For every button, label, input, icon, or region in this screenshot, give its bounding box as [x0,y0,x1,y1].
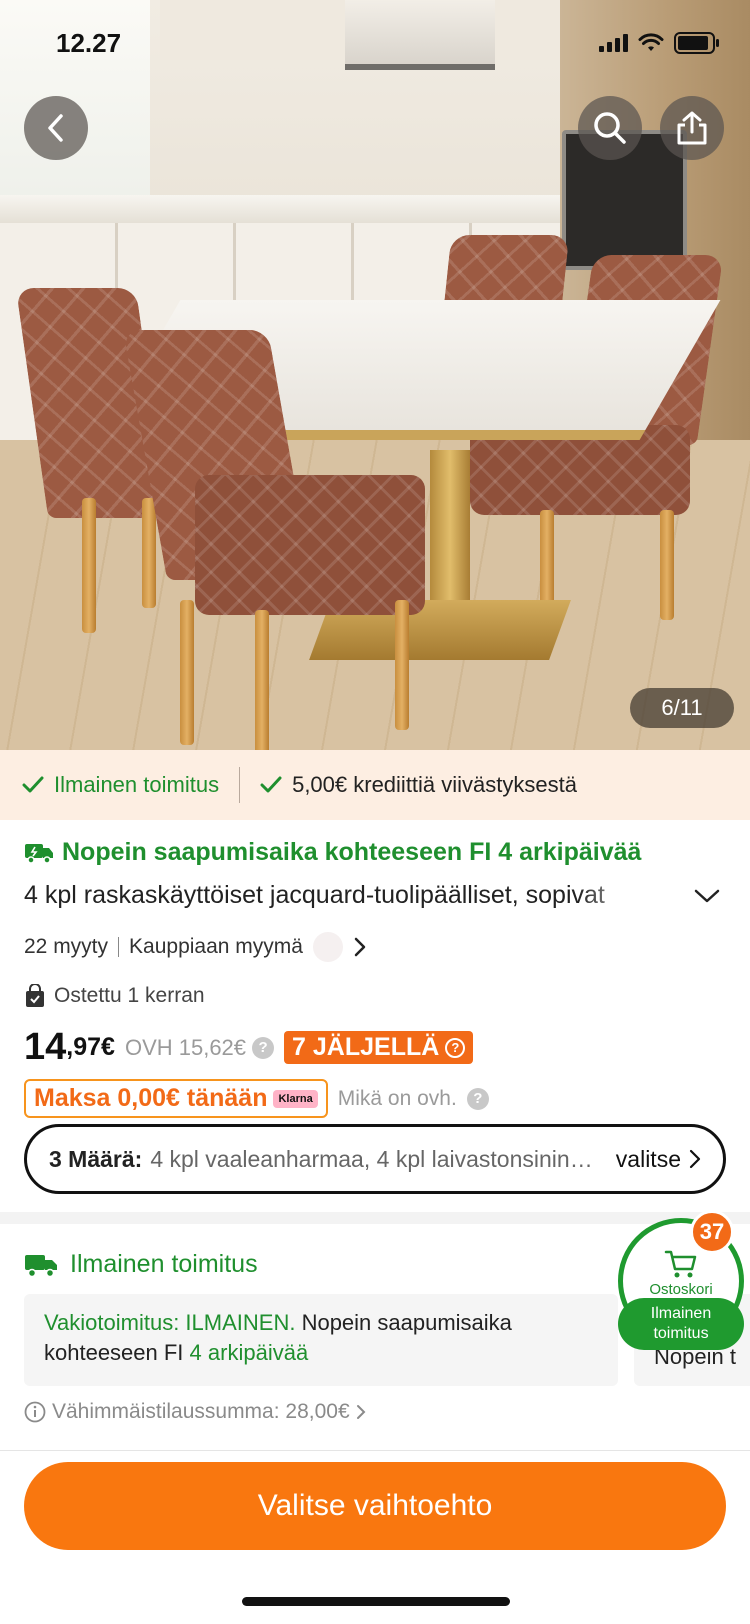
pay-today-label: Maksa 0,00€ tänään [34,1084,268,1112]
search-button[interactable] [578,96,642,160]
shipping-standard: Vakiotoimitus: ILMAINEN. [44,1310,296,1335]
shipping-days: 4 arkipäivää [189,1340,309,1365]
chevron-down-icon[interactable] [694,888,720,904]
bought-count: Ostettu 1 kerran [24,984,734,1008]
help-icon[interactable]: ? [252,1036,275,1059]
cart-pill-line2: toimitus [653,1325,709,1342]
shipping-text-1: Nopein saapumisaika [295,1310,512,1335]
pay-later-badge[interactable]: Maksa 0,00€ tänään Klarna [24,1079,328,1118]
cart-count-badge: 37 [690,1210,734,1254]
product-image-gallery[interactable]: 12.27 6/11 [0,0,750,750]
price-reference: OVH 15,62€ [124,1034,247,1060]
search-icon [594,112,626,144]
shipping-header: Ilmainen toimitus [24,1250,258,1279]
fast-truck-icon [25,843,53,864]
promo-free-shipping-label: Ilmainen toimitus [54,772,220,797]
meta-divider [118,937,120,957]
cart-label: Ostoskori [649,1280,713,1298]
battery-icon [674,32,720,54]
promo-free-shipping: Ilmainen toimitus [22,772,219,798]
photo-table-pedestal [430,450,470,620]
back-button[interactable] [24,96,88,160]
bought-label: Ostettu 1 kerran [54,984,205,1007]
status-time: 12.27 [56,28,122,58]
min-order-label: Vähimmäistilaussumma: 28,00€ [52,1400,350,1423]
chevron-left-icon [48,114,63,142]
klarna-logo: Klarna [273,1089,318,1108]
fastest-delivery-label: Nopein saapumisaika kohteeseen FI 4 arki… [62,838,642,866]
photo-hood [345,0,495,70]
product-info: Nopein saapumisaika kohteeseen FI 4 arki… [24,838,734,1118]
shipping-option-card[interactable]: Vakiotoimitus: ILMAINEN. Nopein saapumis… [24,1294,618,1386]
product-title: 4 kpl raskaskäyttöiset jacquard-tuolipää… [24,881,605,909]
shipping-header-label: Ilmainen toimitus [70,1250,258,1278]
variant-selector-action-label: valitse [615,1145,681,1172]
section-divider [0,1212,750,1224]
seller-label: Kauppiaan myymä [129,935,303,958]
status-icons [599,32,720,54]
home-indicator [242,1597,510,1606]
promo-credit-label: 5,00€ krediittiä viivästyksestä [292,772,577,797]
cart-pill-line1: Ilmainen [650,1305,712,1322]
truck-icon [25,1254,57,1277]
image-counter: 6/11 [630,688,734,728]
help-icon[interactable]: ? [445,1037,466,1058]
select-option-button[interactable]: Valitse vaihtoehto [24,1462,726,1550]
stock-badge-label: 7 JÄLJELLÄ [292,1033,440,1061]
min-order[interactable]: Vähimmäistilaussumma: 28,00€ [24,1400,366,1424]
fastest-delivery: Nopein saapumisaika kohteeseen FI 4 arki… [24,838,734,867]
wifi-icon [638,33,664,53]
sold-count: 22 myyty [24,935,109,958]
signal-icon [599,34,628,52]
chevron-right-icon[interactable] [353,936,367,958]
help-icon[interactable]: ? [466,1087,489,1110]
cart-free-shipping-pill: Ilmainen toimitus [618,1298,744,1350]
promo-strip: Ilmainen toimitus 5,00€ krediittiä viivä… [0,750,750,820]
shopping-bag-icon [26,984,44,1007]
chevron-right-icon [356,1405,366,1419]
chevron-right-icon [689,1149,701,1169]
photo-counter [0,195,560,223]
variant-selector-value: 4 kpl vaaleanharmaa, 4 kpl laivastonsini… [150,1145,600,1172]
bottom-divider [0,1450,750,1451]
shipping-text-2: kohteeseen FI [44,1340,190,1365]
variant-selector-action[interactable]: valitse [616,1146,701,1173]
variant-selector[interactable]: 3 Määrä: 4 kpl vaaleanharmaa, 4 kpl laiv… [24,1124,726,1194]
variant-selector-label: 3 Määrä: [49,1145,143,1172]
price-decimals: ,97€ [66,1033,115,1061]
ovh-question[interactable]: Mikä on ovh. [338,1087,457,1111]
info-icon [24,1401,46,1423]
payment-row: Maksa 0,00€ tänään Klarna Mikä on ovh. ? [24,1079,734,1118]
promo-divider [239,767,241,803]
seller-logo[interactable] [312,932,343,962]
cart-icon [664,1250,697,1277]
product-title-row[interactable]: 4 kpl raskaskäyttöiset jacquard-tuolipää… [24,881,734,910]
price-integer: 14 [24,1026,67,1068]
stock-badge: 7 JÄLJELLÄ ? [284,1031,474,1064]
price-row: 14 ,97€ OVH 15,62€ ? 7 JÄLJELLÄ ? [24,1026,734,1069]
check-icon [22,776,44,793]
seller-row[interactable]: 22 myyty Kauppiaan myymä [24,932,734,962]
check-icon [260,776,282,793]
promo-credit: 5,00€ krediittiä viivästyksestä [260,772,577,798]
share-icon [677,111,707,145]
share-button[interactable] [660,96,724,160]
